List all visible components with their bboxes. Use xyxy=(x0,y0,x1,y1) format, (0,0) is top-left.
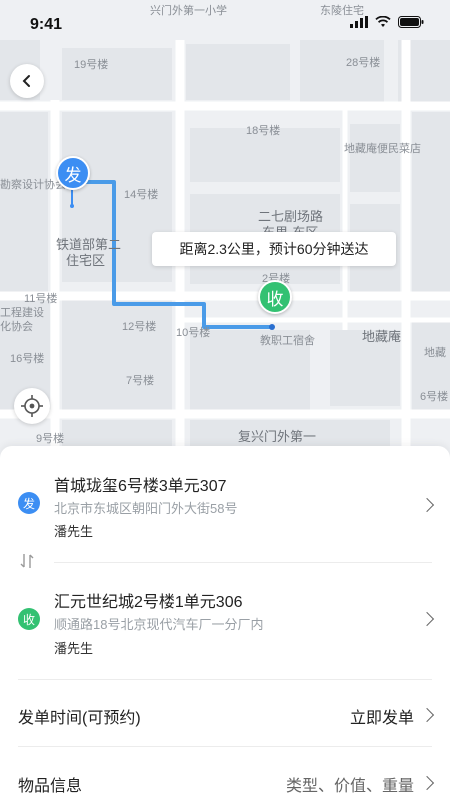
chevron-right-icon xyxy=(419,611,435,627)
receiver-map-pin[interactable]: 收 xyxy=(258,280,292,314)
send-time-value: 立即发单 xyxy=(349,710,414,727)
map-view[interactable]: 兴门外第一小学 东陵住宅 19号楼 28号楼 18号楼 地藏庵便民菜店 勘察设计… xyxy=(0,0,450,470)
chevron-right-icon xyxy=(419,707,435,723)
receiver-badge: 收 xyxy=(18,608,40,630)
sender-address: 北京市东城区朝阳门外大街58号 xyxy=(54,501,238,516)
map-label: 住宅区 xyxy=(66,253,106,268)
map-label: 地藏 xyxy=(424,347,446,359)
status-bar: 9:41 xyxy=(0,0,450,44)
sender-map-pin[interactable]: 发 xyxy=(56,156,90,190)
send-time-row[interactable]: 发单时间(可预约) 立即发单 xyxy=(0,686,450,742)
map-label: 6号楼 xyxy=(420,391,449,403)
receiver-person: 潘先生 xyxy=(54,641,94,656)
locate-button[interactable] xyxy=(14,388,50,424)
receiver-title: 汇元世纪城2号楼1单元306 xyxy=(54,594,243,611)
map-label: 教职工宿舍 xyxy=(260,335,315,347)
item-info-value: 类型、价值、重量 xyxy=(285,778,414,795)
sender-person: 潘先生 xyxy=(54,524,94,539)
send-time-label: 发单时间(可预约) xyxy=(18,710,141,727)
map-label: 12号楼 xyxy=(122,321,157,333)
chevron-left-icon xyxy=(22,75,30,87)
sender-badge: 发 xyxy=(18,492,40,514)
map-label: 16号楼 xyxy=(10,353,45,365)
chevron-right-icon xyxy=(419,775,435,791)
receiver-address-row[interactable]: 收 汇元世纪城2号楼1单元306 顺通路18号北京现代汽车厂一分厂内 潘先生 xyxy=(0,570,450,666)
battery-icon xyxy=(398,16,424,28)
item-info-row[interactable]: 物品信息 类型、价值、重量 xyxy=(0,754,450,800)
crosshair-icon xyxy=(21,395,43,417)
wifi-icon xyxy=(375,16,391,27)
sender-title: 首城珑玺6号楼3单元307 xyxy=(54,478,227,495)
map-label: 7号楼 xyxy=(126,375,155,387)
map-label: 14号楼 xyxy=(124,189,159,201)
status-time: 9:41 xyxy=(30,16,63,33)
map-label: 化协会 xyxy=(0,321,33,333)
map-label: 地藏庵便民菜店 xyxy=(344,143,421,155)
map-label: 18号楼 xyxy=(246,125,281,137)
divider xyxy=(18,679,432,680)
map-label: 28号楼 xyxy=(346,57,381,69)
order-panel: 发 首城珑玺6号楼3单元307 北京市东城区朝阳门外大街58号 潘先生 收 汇元… xyxy=(0,446,450,800)
map-label: 地藏庵 xyxy=(362,329,402,344)
back-button[interactable] xyxy=(10,64,44,98)
divider xyxy=(54,562,432,563)
divider xyxy=(18,746,432,747)
signal-icon xyxy=(350,16,368,28)
map-label: 19号楼 xyxy=(74,59,109,71)
route-info-tooltip: 距离2.3公里，预计60分钟送达 xyxy=(152,232,396,266)
map-label: 复兴门外第一 xyxy=(238,429,317,444)
item-info-label: 物品信息 xyxy=(18,778,83,795)
sender-address-row[interactable]: 发 首城珑玺6号楼3单元307 北京市东城区朝阳门外大街58号 潘先生 xyxy=(0,460,450,556)
map-label: 10号楼 xyxy=(176,327,211,339)
chevron-right-icon xyxy=(419,497,435,513)
receiver-address: 顺通路18号北京现代汽车厂一分厂内 xyxy=(54,617,264,632)
map-label: 9号楼 xyxy=(36,433,65,445)
